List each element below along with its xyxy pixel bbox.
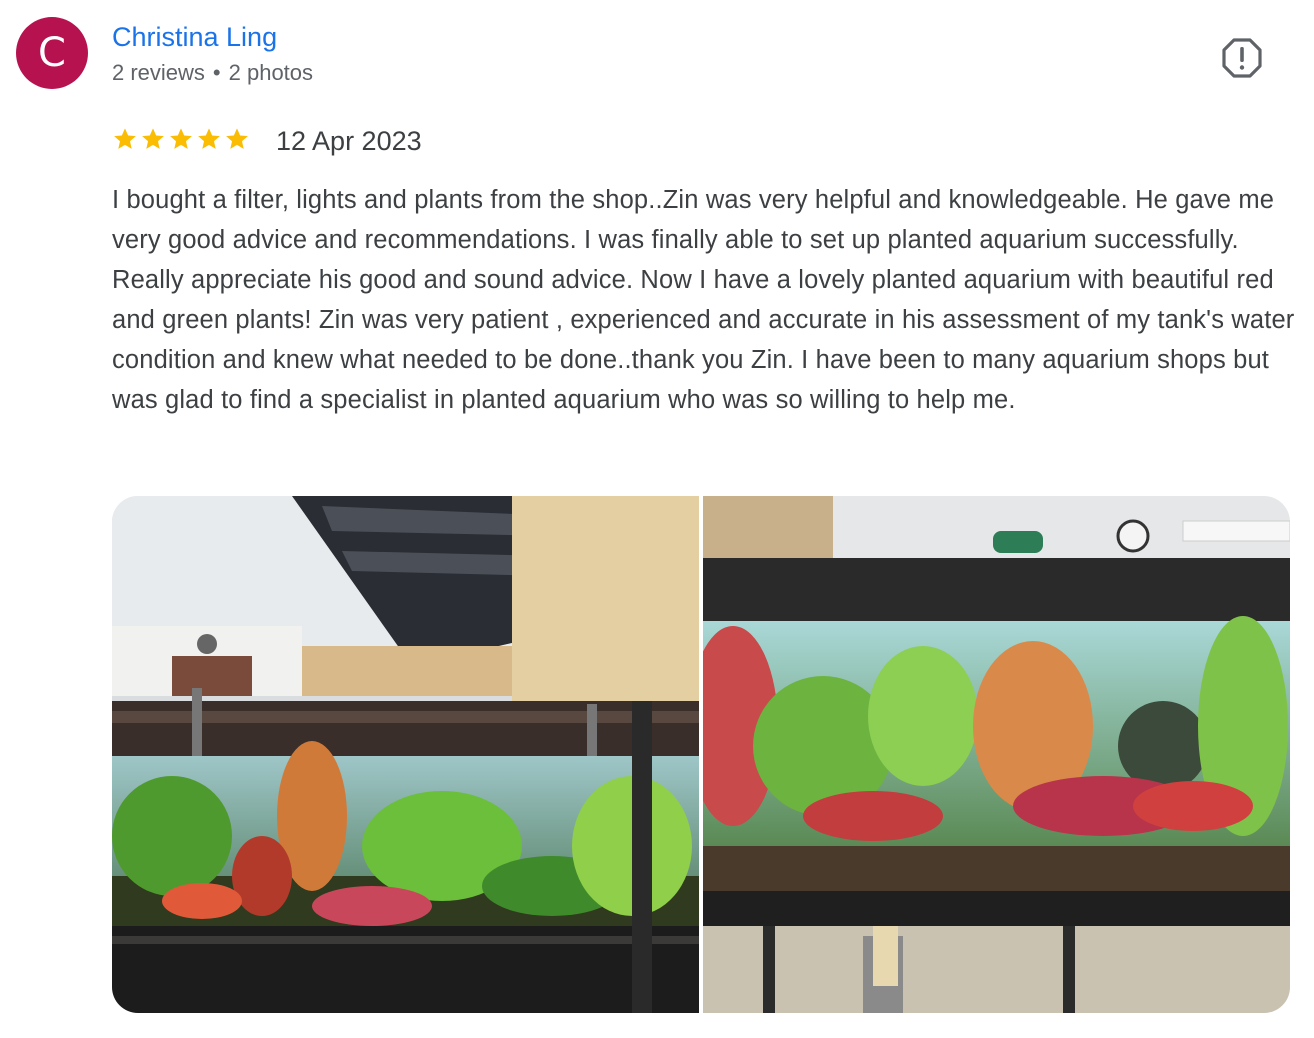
aquarium-photo-2 <box>703 496 1290 1013</box>
star-rating <box>112 126 250 152</box>
report-flag-icon <box>1222 38 1262 78</box>
review-photo-2[interactable] <box>703 496 1290 1013</box>
review-text: I bought a filter, lights and plants fro… <box>112 186 1295 414</box>
reviewer-meta: 2 reviews • 2 photos <box>112 60 313 86</box>
meta-separator: • <box>212 60 221 85</box>
star-icon <box>226 128 248 149</box>
review-date: 12 Apr 2023 <box>276 126 422 156</box>
review-photos <box>112 496 1290 1013</box>
avatar-letter: C <box>38 30 66 76</box>
report-button[interactable] <box>1220 36 1264 80</box>
photos-count: 2 photos <box>228 60 314 85</box>
reviews-count: 2 reviews <box>112 60 205 85</box>
avatar[interactable]: C <box>16 17 88 89</box>
review-photo-1[interactable] <box>112 496 699 1013</box>
aquarium-photo-1 <box>112 496 699 1013</box>
star-icon <box>170 128 192 149</box>
star-icon <box>198 128 220 149</box>
star-icon <box>142 128 164 149</box>
reviewer-name[interactable]: Christina Ling <box>112 22 277 53</box>
star-icon <box>114 128 136 149</box>
